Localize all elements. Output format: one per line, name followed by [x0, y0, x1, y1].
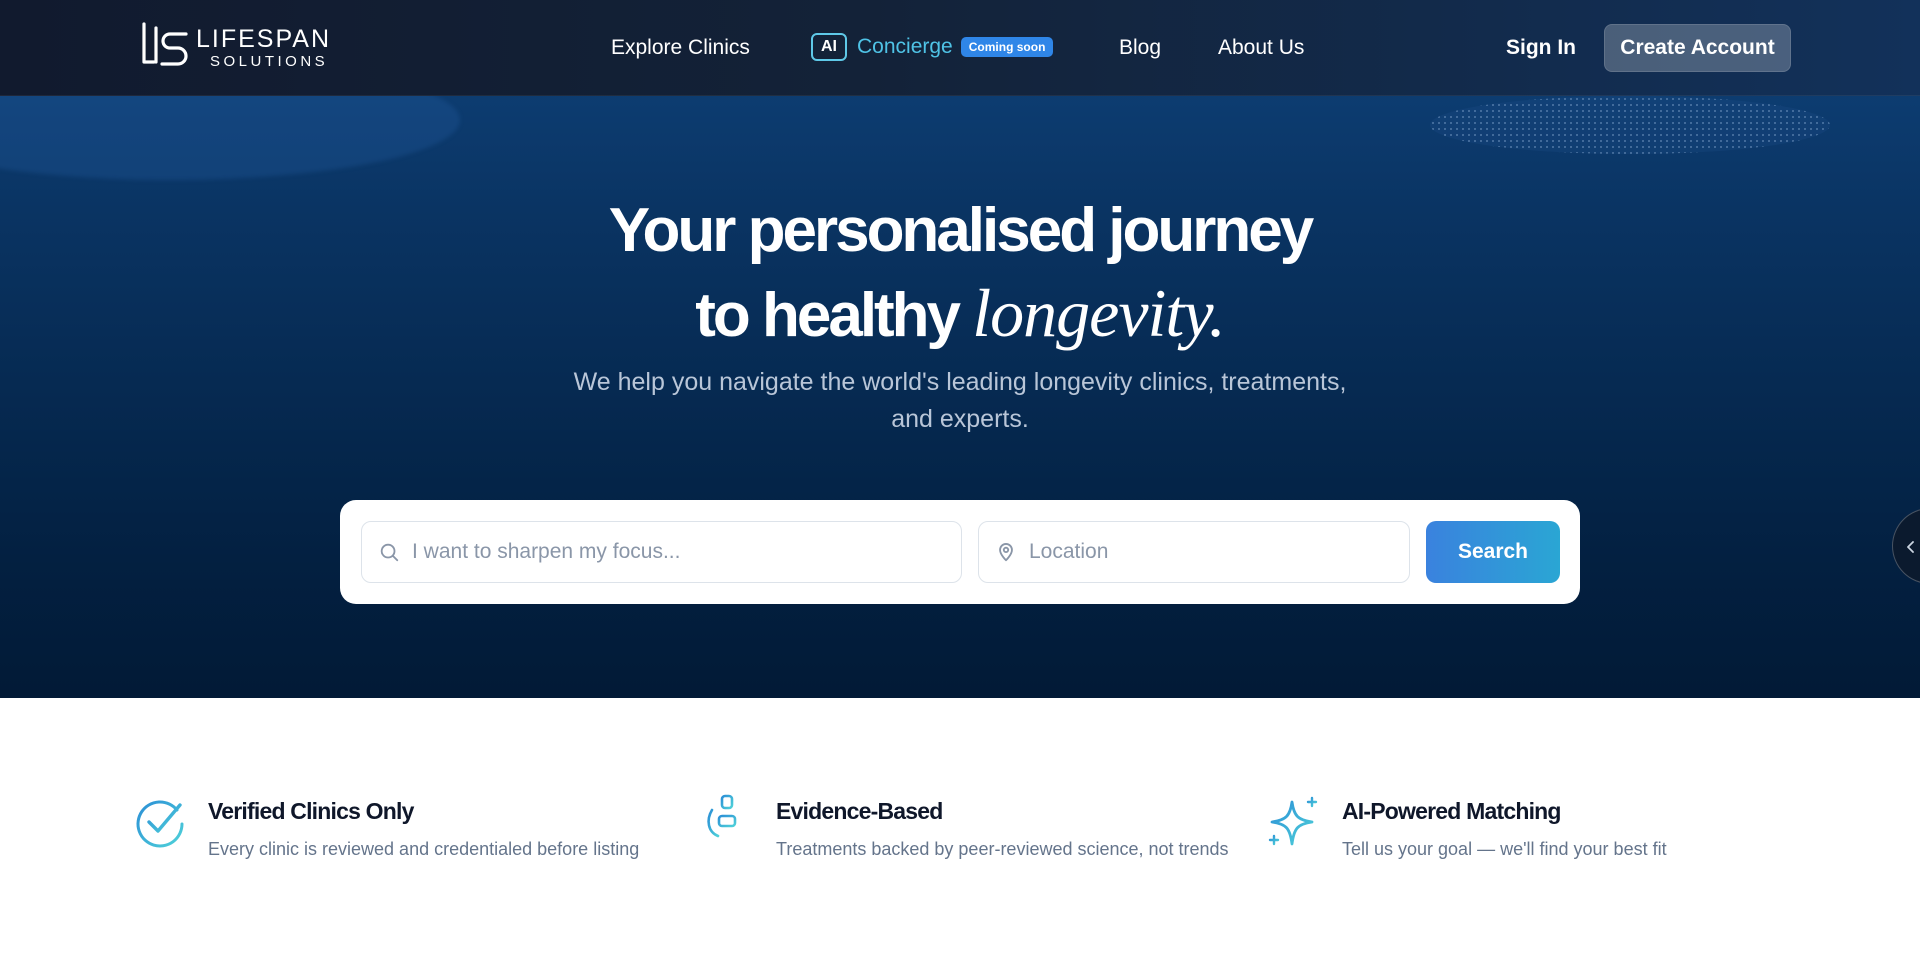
headline-line-1: Your personalised journey	[608, 196, 1314, 265]
hero-subheading: We help you navigate the world's leading…	[573, 368, 1347, 433]
feature-title: Evidence-Based	[776, 798, 943, 824]
brand-name-line-1: LIFESPAN	[196, 25, 332, 53]
verified-check-icon	[136, 800, 184, 848]
sign-in-link[interactable]: Sign In	[1506, 36, 1576, 60]
hero-headline: Your personalised journey to healthy lon…	[460, 190, 1460, 357]
lifespan-logo-mark-icon	[142, 22, 188, 66]
hero-decorative-dots	[1430, 96, 1830, 154]
create-account-button[interactable]: Create Account	[1604, 24, 1791, 72]
headline-italic-word: longevity.	[972, 275, 1225, 351]
concierge-label: Concierge	[857, 35, 953, 58]
nav-ai-concierge[interactable]: AI Concierge Coming soon	[811, 33, 1054, 61]
location-input[interactable]	[1029, 540, 1373, 564]
sparkle-icon	[1268, 796, 1318, 846]
brand-name: LIFESPAN SOLUTIONS	[196, 25, 332, 70]
location-field[interactable]	[978, 521, 1410, 583]
nav-blog[interactable]: Blog	[1119, 36, 1161, 60]
search-card: Search	[340, 500, 1580, 604]
search-button[interactable]: Search	[1426, 521, 1560, 583]
feature-title: AI-Powered Matching	[1342, 798, 1561, 824]
feature-description: Treatments backed by peer-reviewed scien…	[776, 839, 1229, 859]
location-pin-icon	[999, 543, 1013, 562]
top-navigation: LIFESPAN SOLUTIONS Explore Clinics AI Co…	[0, 0, 1920, 96]
search-icon	[380, 543, 399, 562]
goal-search-input[interactable]	[412, 540, 892, 564]
goal-search-field[interactable]	[361, 521, 962, 583]
microscope-icon	[704, 794, 752, 844]
ai-chip-icon: AI	[811, 33, 847, 61]
feature-title: Verified Clinics Only	[208, 798, 414, 824]
nav-about-us[interactable]: About Us	[1218, 36, 1304, 60]
headline-line-2: to healthy	[695, 281, 961, 350]
nav-explore-clinics[interactable]: Explore Clinics	[611, 36, 750, 60]
feature-description: Tell us your goal — we'll find your best…	[1342, 839, 1667, 859]
brand-logo[interactable]: LIFESPAN SOLUTIONS	[140, 22, 331, 74]
hero-section: Your personalised journey to healthy lon…	[0, 0, 1920, 698]
chevron-left-icon	[1907, 541, 1914, 553]
brand-name-line-2: SOLUTIONS	[210, 53, 329, 70]
feature-description: Every clinic is reviewed and credentiale…	[208, 839, 640, 859]
coming-soon-badge: Coming soon	[960, 37, 1054, 57]
